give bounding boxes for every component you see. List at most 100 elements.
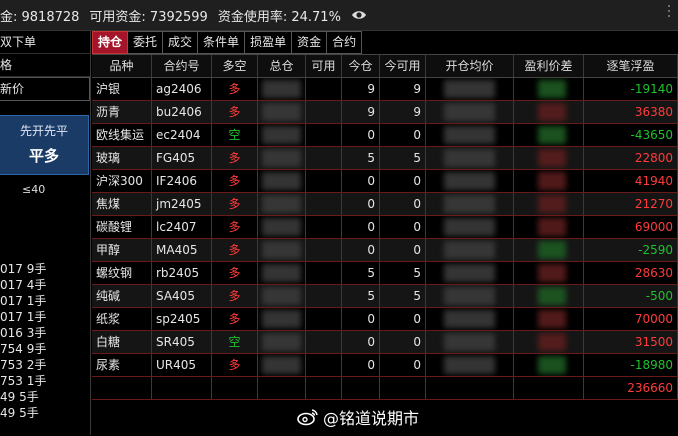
table-row[interactable]: 甲醇 MA405 多 0 0 -2590: [92, 239, 678, 262]
table-body: 沪银 ag2406 多 9 9 -19140 沥青 bu2406 多 9 9 36380 欧线集运 ec2…: [92, 78, 678, 400]
instrument-name: 沥青: [92, 101, 152, 123]
open-price-blurred: [426, 262, 514, 284]
today-position: 9: [342, 78, 380, 100]
column-header-7[interactable]: 开仓均价: [426, 55, 514, 77]
eye-icon[interactable]: [351, 7, 367, 23]
close-long-button[interactable]: 先开先平 平多: [0, 115, 89, 175]
table-row[interactable]: 纯碱 SA405 多 5 5 -500: [92, 285, 678, 308]
total-row: 236660: [92, 377, 678, 400]
profit-spread-blurred: [514, 308, 584, 330]
profit-spread-blurred: [514, 239, 584, 261]
column-header-8[interactable]: 盈利价差: [514, 55, 584, 77]
total-position-blurred: [258, 78, 306, 100]
table-row[interactable]: 白糖 SR405 空 0 0 31500: [92, 331, 678, 354]
column-header-2[interactable]: 多空: [212, 55, 258, 77]
column-header-5[interactable]: 今仓: [342, 55, 380, 77]
contract-code: lc2407: [152, 216, 212, 238]
recent-trade-item: 753 1手: [0, 374, 47, 388]
position-side: 多: [212, 354, 258, 376]
instrument-name: 纸浆: [92, 308, 152, 330]
contract-code: ag2406: [152, 78, 212, 100]
price-label: 格: [0, 54, 90, 77]
instrument-name: 玻璃: [92, 147, 152, 169]
tab-3[interactable]: 条件单: [198, 31, 246, 54]
column-header-4[interactable]: 可用: [306, 55, 342, 77]
tab-4[interactable]: 损盈单: [245, 31, 293, 54]
contract-code: bu2406: [152, 101, 212, 123]
total-position-blurred: [258, 193, 306, 215]
floating-pnl: -18980: [584, 354, 678, 376]
recent-trade-item: 016 3手: [0, 326, 47, 340]
today-position: 0: [342, 239, 380, 261]
table-header: 品种 合约号 多空 总仓 可用 今仓 今可用 开仓均价 盈利价差 逐笔浮盈: [92, 55, 678, 78]
tab-0[interactable]: 持仓: [92, 31, 129, 54]
column-header-6[interactable]: 今可用: [380, 55, 426, 77]
watermark-text: @铭道说期市: [323, 409, 420, 428]
column-header-1[interactable]: 合约号: [152, 55, 212, 77]
floating-pnl: 41940: [584, 170, 678, 192]
floating-pnl: 22800: [584, 147, 678, 169]
open-price-blurred: [426, 308, 514, 330]
total-position-blurred: [258, 147, 306, 169]
position-side: 多: [212, 78, 258, 100]
table-row[interactable]: 焦煤 jm2405 多 0 0 21270: [92, 193, 678, 216]
table-row[interactable]: 纸浆 sp2405 多 0 0 70000: [92, 308, 678, 331]
profit-spread-blurred: [514, 193, 584, 215]
instrument-name: 白糖: [92, 331, 152, 353]
recent-trade-item: 017 1手: [0, 310, 47, 324]
watermark: @铭道说期市: [297, 405, 419, 429]
total-empty-cell: [258, 377, 306, 399]
order-panel: 双下单 格 新价 先开先平 平多 ≤40 017 9手 017 4手 017 1手 0…: [0, 31, 91, 435]
contract-code: ec2404: [152, 124, 212, 146]
quick-order-label[interactable]: 双下单: [0, 31, 90, 54]
recent-trade-item: 017 1手: [0, 294, 47, 308]
drag-handle-icon[interactable]: [666, 4, 672, 18]
available-blurred: [306, 239, 342, 261]
contract-code: sp2405: [152, 308, 212, 330]
available-blurred: [306, 216, 342, 238]
recent-trade-item: 753 2手: [0, 358, 47, 372]
open-price-blurred: [426, 101, 514, 123]
price-select[interactable]: 新价: [0, 77, 90, 101]
today-available: 0: [380, 239, 426, 261]
floating-pnl: -2590: [584, 239, 678, 261]
contract-code: UR405: [152, 354, 212, 376]
table-row[interactable]: 沪银 ag2406 多 9 9 -19140: [92, 78, 678, 101]
position-side: 多: [212, 170, 258, 192]
profit-spread-blurred: [514, 78, 584, 100]
today-position: 0: [342, 124, 380, 146]
profit-spread-blurred: [514, 170, 584, 192]
tab-1[interactable]: 委托: [128, 31, 164, 54]
tab-6[interactable]: 合约: [327, 31, 363, 54]
today-available: 0: [380, 216, 426, 238]
total-empty-cell: [152, 377, 212, 399]
today-available: 0: [380, 124, 426, 146]
available-blurred: [306, 354, 342, 376]
total-position-blurred: [258, 216, 306, 238]
tab-5[interactable]: 资金: [292, 31, 328, 54]
today-available: 5: [380, 285, 426, 307]
table-row[interactable]: 尿素 UR405 多 0 0 -18980: [92, 354, 678, 377]
table-row[interactable]: 碳酸锂 lc2407 多 0 0 69000: [92, 216, 678, 239]
table-row[interactable]: 玻璃 FG405 多 5 5 22800: [92, 147, 678, 170]
today-available: 0: [380, 193, 426, 215]
table-row[interactable]: 沥青 bu2406 多 9 9 36380: [92, 101, 678, 124]
recent-trade-item: 49 5手: [0, 406, 39, 420]
floating-pnl: 36380: [584, 101, 678, 123]
tab-2[interactable]: 成交: [163, 31, 199, 54]
column-header-9[interactable]: 逐笔浮盈: [584, 55, 678, 77]
table-row[interactable]: 螺纹钢 rb2405 多 5 5 28630: [92, 262, 678, 285]
column-header-0[interactable]: 品种: [92, 55, 152, 77]
today-available: 9: [380, 101, 426, 123]
recent-trades-list: 017 9手 017 4手 017 1手 017 1手 016 3手 754 9手 753 …: [0, 261, 90, 421]
available-blurred: [306, 170, 342, 192]
total-empty-cell: [212, 377, 258, 399]
table-row[interactable]: 沪深300 IF2406 多 0 0 41940: [92, 170, 678, 193]
total-position-blurred: [258, 354, 306, 376]
column-header-3[interactable]: 总仓: [258, 55, 306, 77]
table-row[interactable]: 欧线集运 ec2404 空 0 0 -43650: [92, 124, 678, 147]
open-price-blurred: [426, 285, 514, 307]
position-side: 多: [212, 262, 258, 284]
positions-table: 品种 合约号 多空 总仓 可用 今仓 今可用 开仓均价 盈利价差 逐笔浮盈 沪银 ag2406 多 9 9…: [92, 54, 678, 436]
recent-trade-item: 017 4手: [0, 278, 47, 292]
